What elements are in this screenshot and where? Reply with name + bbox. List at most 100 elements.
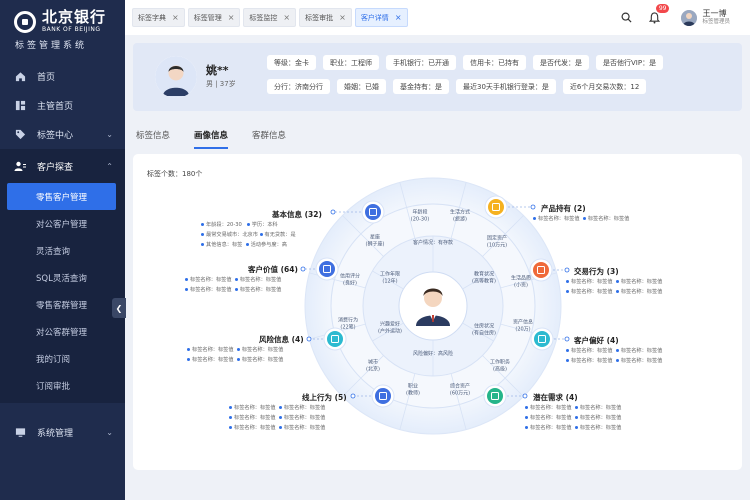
nav-system[interactable]: 系统管理 ⌄ <box>0 418 125 447</box>
node-pref-icon[interactable] <box>530 327 554 351</box>
nav-sub-retail[interactable]: 零售客户管理 <box>7 183 116 210</box>
avatar[interactable] <box>681 9 698 26</box>
tab-bar: 标签字典 × 标签管理 × 标签监控 × 标签审批 × 客户详情 × 99 王一博 标签管… <box>125 0 750 35</box>
ring-label-work-years: 工作年限 (12年) <box>379 271 401 285</box>
view-tabs: 标签信息 画像信息 客群信息 <box>136 129 310 149</box>
tab-tag-monitor[interactable]: 标签监控 × <box>243 8 297 27</box>
close-icon[interactable]: × <box>395 13 402 22</box>
customer-avatar <box>155 56 197 98</box>
close-icon[interactable]: × <box>283 13 290 22</box>
node-trade-icon[interactable] <box>529 258 553 282</box>
block-risk-items: 标签名称：标签值 标签名称：标签值 标签名称：标签值 标签名称：标签值 <box>187 345 313 365</box>
tab-customer-detail[interactable]: 客户详情 × <box>354 8 408 27</box>
chevron-up-icon: ⌃ <box>106 161 113 171</box>
profile-tag: 基金持有：是 <box>393 79 449 94</box>
ring-label-zodiac: 星座 (狮子座) <box>365 234 385 248</box>
nav-owner-home[interactable]: 主管首页 <box>0 91 125 120</box>
profile-tag: 信用卡：已持有 <box>463 55 526 70</box>
tab-label: 标签字典 <box>138 13 166 22</box>
close-icon[interactable]: × <box>172 13 179 22</box>
tab-label: 标签审批 <box>305 13 334 22</box>
leader-dot-basic <box>330 209 336 215</box>
nav-sub-corporate-group[interactable]: 对公客群管理 <box>0 318 125 345</box>
close-icon[interactable]: × <box>339 13 346 22</box>
chevron-left-icon: ❮ <box>115 303 123 313</box>
nav-sub-flex-query[interactable]: 灵活查询 <box>0 237 125 264</box>
nav-group-customer: 客户探查 ⌃ 零售客户管理 对公客户管理 灵活查询 SQL灵活查询 零售客群管理… <box>0 149 125 403</box>
ring-label-education: 教育状况 (高等教育) <box>472 271 496 285</box>
nav-sub-corporate[interactable]: 对公客户管理 <box>0 210 125 237</box>
tab-label: 标签管理 <box>193 13 222 22</box>
node-risk-icon[interactable] <box>323 327 347 351</box>
search-button[interactable] <box>619 11 633 25</box>
nav-sub-sql-query[interactable]: SQL灵活查询 <box>0 264 125 291</box>
nav-owner-home-label: 主管首页 <box>37 102 74 112</box>
profile-tag: 职业：工程师 <box>323 55 379 70</box>
home-icon <box>14 71 26 83</box>
nav-home-label: 首页 <box>37 73 56 83</box>
tab-label: 标签监控 <box>249 13 278 22</box>
block-pref-items: 标签名称：标签值 标签名称：标签值 标签名称：标签值 标签名称：标签值 <box>566 346 692 366</box>
tab-tag-approval[interactable]: 标签审批 × <box>299 8 352 27</box>
nav-sub-my-subscription[interactable]: 我的订阅 <box>0 345 125 372</box>
tab-tag-info[interactable]: 标签信息 <box>136 129 170 149</box>
nav-sub-retail-group[interactable]: 零售客群管理 <box>0 291 125 318</box>
ring-label-risk-pref: 风险偏好：高风险 <box>412 350 454 357</box>
block-trade-items: 标签名称：标签值 标签名称：标签值 标签名称：标签值 标签名称：标签值 <box>566 277 692 297</box>
ring-label-career: 职业 (教师) <box>406 383 420 397</box>
profile-tag: 近6个月交易次数：12 <box>562 79 647 94</box>
tab-tag-dictionary[interactable]: 标签字典 × <box>132 8 185 27</box>
nav-sub-subscription-approval[interactable]: 订阅审批 <box>0 372 125 399</box>
nav-tag-center-label: 标签中心 <box>37 131 74 141</box>
nav-system-label: 系统管理 <box>37 429 74 439</box>
portrait-panel: 标签个数：180个 年龄段 (20-30) 生活方式 (旅游) 固定资产 (10万元)… <box>133 154 742 470</box>
bank-logo-icon <box>14 10 36 33</box>
nav-tag-center[interactable]: 标签中心 ⌄ <box>0 120 125 149</box>
notification-button[interactable]: 99 <box>647 3 670 25</box>
tag-icon <box>14 129 26 141</box>
customer-profile-card: 姚** 男 | 37岁 等级：金卡 职业：工程师 手机银行：已开通 信用卡：已持… <box>133 43 742 111</box>
node-value-icon[interactable] <box>315 257 339 281</box>
tab-portrait-info[interactable]: 画像信息 <box>194 129 229 149</box>
node-product-icon[interactable] <box>484 195 508 219</box>
close-icon[interactable]: × <box>228 13 235 22</box>
block-basic-title: 基本信息 (32) <box>272 210 322 219</box>
monitor-icon <box>14 427 26 439</box>
ring-label-total-assets: 综合资产 (60万元) <box>449 383 471 397</box>
block-online-title: 线上行为 (5) <box>302 393 347 402</box>
chevron-down-icon: ⌄ <box>106 428 113 437</box>
node-basic-icon[interactable] <box>361 200 385 224</box>
block-basic-items: 年龄段：20-30 学历：本科 最常交易城市：北京市 有无贷款：是 其他信息：标… <box>201 220 327 250</box>
node-potential-icon[interactable] <box>483 384 507 408</box>
tab-group-info[interactable]: 客群信息 <box>252 129 286 149</box>
nav-customer-explore[interactable]: 客户探查 ⌃ <box>0 149 125 183</box>
brand-logo: 北京银行 BANK OF BEIJING 标签管理系统 <box>0 0 125 62</box>
leader-dot-trade <box>564 267 570 273</box>
ring-label-hobby: 兴趣爱好 (户外运动) <box>378 321 402 335</box>
brand-name: 北京银行 <box>42 8 107 26</box>
brand-en: BANK OF BEIJING <box>42 26 101 33</box>
ring-label-consumption: 消费行为 (22笔) <box>337 317 359 331</box>
profile-tag: 婚姻：已婚 <box>337 79 386 94</box>
ring-label-credit: 信用评分 (良好) <box>339 273 361 287</box>
notification-badge: 99 <box>655 3 670 13</box>
chevron-down-icon: ⌄ <box>106 130 113 139</box>
leader-dot-pref <box>564 336 570 342</box>
leader-dot-product <box>530 204 536 210</box>
profile-tag: 分行：济南分行 <box>267 79 330 94</box>
user-name[interactable]: 王一博 <box>702 9 730 18</box>
tab-label: 客户详情 <box>360 13 389 22</box>
nav-home[interactable]: 首页 <box>0 62 125 91</box>
block-value-title: 客户价值 (64) <box>248 265 298 274</box>
ring-label-fixed-assets: 固定资产 (10万元) <box>486 235 508 249</box>
node-online-icon[interactable] <box>371 384 395 408</box>
block-potential-title: 潜在需求 (4) <box>533 393 578 402</box>
profile-tag: 最近30天手机银行登录：是 <box>456 79 556 94</box>
block-pref-title: 客户偏好 (4) <box>574 336 619 345</box>
sidebar-collapse-button[interactable]: ❮ <box>112 298 126 318</box>
block-potential-items: 标签名称：标签值 标签名称：标签值 标签名称：标签值 标签名称：标签值 标签名称… <box>525 403 651 433</box>
tab-tag-management[interactable]: 标签管理 × <box>187 8 241 27</box>
profile-tag: 是否他行VIP：是 <box>596 55 664 70</box>
block-online-items: 标签名称：标签值 标签名称：标签值 标签名称：标签值 标签名称：标签值 标签名称… <box>229 403 355 433</box>
ring-label-lifestyle: 生活方式 (旅游) <box>449 209 471 223</box>
